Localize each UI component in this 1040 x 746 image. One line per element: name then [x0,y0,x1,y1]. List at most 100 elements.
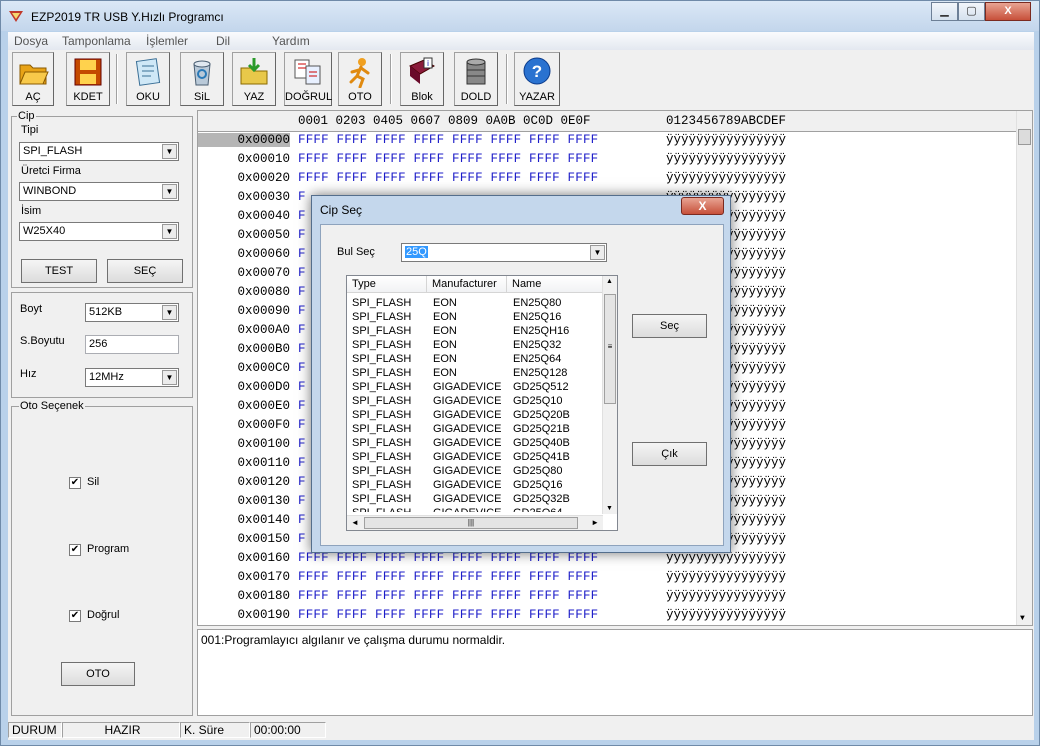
hex-bytes[interactable]: F [298,456,306,470]
hex-bytes[interactable]: F [298,266,306,280]
list-item[interactable]: SPI_FLASH EON EN25Q128 [347,366,603,380]
search-input[interactable]: 25Q ▼ [401,243,607,262]
menu-dil[interactable]: Dil [216,34,230,48]
scroll-right-icon[interactable]: ► [591,518,599,527]
list-item[interactable]: SPI_FLASH EON EN25Q16 [347,310,603,324]
scroll-left-icon[interactable]: ◄ [351,518,359,527]
column-type[interactable]: Type [347,276,427,293]
hex-row[interactable]: 0x00180 FFFF FFFF FFFF FFFF FFFF FFFF FFF… [198,589,1018,608]
hex-bytes[interactable]: FFFF FFFF FFFF FFFF FFFF FFFF FFFF FFFF [298,551,598,565]
list-item[interactable]: SPI_FLASH EON EN25Q80 [347,296,603,310]
select-chip-button[interactable]: SEÇ [107,259,183,283]
hex-bytes[interactable]: FFFF FFFF FFFF FFFF FFFF FFFF FFFF FFFF [298,570,598,584]
list-hscrollbar[interactable]: ◄ ||| ► [347,515,603,530]
hex-row[interactable]: 0x00190 FFFF FFFF FFFF FFFF FFFF FFFF FFF… [198,608,1018,627]
title-bar[interactable]: EZP2019 TR USB Y.Hızlı Programcı ▁ ▢ X [1,1,1039,31]
sil-checkbox[interactable]: ✔ [69,477,81,489]
hex-bytes[interactable]: F [298,323,306,337]
toolbar-dogrul-button[interactable]: DOĞRUL [284,52,332,106]
minimize-button[interactable]: ▁ [931,2,958,21]
page-size-field[interactable]: 256 [85,335,179,354]
hex-bytes[interactable]: F [298,361,306,375]
hex-bytes[interactable]: FFFF FFFF FFFF FFFF FFFF FFFF FFFF FFFF [298,152,598,166]
list-item[interactable]: SPI_FLASH GIGADEVICE GD25Q80 [347,464,603,478]
scroll-up-icon[interactable]: ▲ [606,278,613,285]
hex-bytes[interactable]: F [298,532,306,546]
list-item[interactable]: SPI_FLASH EON EN25QH16 [347,324,603,338]
maximize-button[interactable]: ▢ [958,2,985,21]
list-item[interactable]: SPI_FLASH GIGADEVICE GD25Q32B [347,492,603,506]
hex-bytes[interactable]: F [298,342,306,356]
hex-bytes[interactable]: F [298,228,306,242]
menu-islemler[interactable]: İşlemler [146,34,188,48]
hex-row[interactable]: 0x00010 FFFF FFFF FFFF FFFF FFFF FFFF FFF… [198,152,1018,171]
hex-bytes[interactable]: F [298,247,306,261]
list-item[interactable]: SPI_FLASH GIGADEVICE GD25Q64 [347,506,603,512]
close-button[interactable]: X [985,2,1031,21]
dogrul-checkbox[interactable]: ✔ [69,610,81,622]
hex-bytes[interactable]: F [298,494,306,508]
chevron-down-icon[interactable]: ▼ [162,184,177,199]
chip-mfr-select[interactable]: WINBOND ▼ [19,182,179,201]
list-vscrollbar[interactable]: ▲ ≡ ▼ [602,276,617,514]
chip-name-select[interactable]: W25X40 ▼ [19,222,179,241]
menu-yardim[interactable]: Yardım [272,34,310,48]
scroll-thumb[interactable] [1018,129,1031,145]
program-checkbox[interactable]: ✔ [69,544,81,556]
toolbar-yazar-button[interactable]: ? YAZAR [514,52,560,106]
column-manufacturer[interactable]: Manufacturer [427,276,507,293]
list-item[interactable]: SPI_FLASH GIGADEVICE GD25Q40B [347,436,603,450]
toolbar-oto-button[interactable]: OTO [338,52,382,106]
dialog-exit-button[interactable]: Çık [632,442,707,466]
speed-select[interactable]: 12MHz ▼ [85,368,179,387]
hex-bytes[interactable]: F [298,475,306,489]
hex-bytes[interactable]: F [298,304,306,318]
hex-row[interactable]: 0x00000 FFFF FFFF FFFF FFFF FFFF FFFF FFF… [198,133,1018,152]
scroll-down-icon[interactable]: ▼ [606,505,613,512]
menu-dosya[interactable]: Dosya [14,34,48,48]
hex-bytes[interactable]: F [298,209,306,223]
hex-bytes[interactable]: FFFF FFFF FFFF FFFF FFFF FFFF FFFF FFFF [298,171,598,185]
hex-bytes[interactable]: FFFF FFFF FFFF FFFF FFFF FFFF FFFF FFFF [298,133,598,147]
list-item[interactable]: SPI_FLASH EON EN25Q64 [347,352,603,366]
hex-bytes[interactable]: F [298,437,306,451]
chip-type-select[interactable]: SPI_FLASH ▼ [19,142,179,161]
scroll-thumb[interactable]: ||| [364,517,578,529]
list-item[interactable]: SPI_FLASH GIGADEVICE GD25Q512 [347,380,603,394]
toolbar-ac-button[interactable]: AÇ [12,52,54,106]
hex-row[interactable]: 0x00160 FFFF FFFF FFFF FFFF FFFF FFFF FFF… [198,551,1018,570]
list-item[interactable]: SPI_FLASH GIGADEVICE GD25Q20B [347,408,603,422]
dialog-close-button[interactable]: X [681,197,724,215]
toolbar-blok-button[interactable]: i Blok [400,52,444,106]
hex-scrollbar[interactable]: ▼ [1016,111,1032,625]
dialog-select-button[interactable]: Seç [632,314,707,338]
toolbar-dold-button[interactable]: DOLD [454,52,498,106]
list-item[interactable]: SPI_FLASH GIGADEVICE GD25Q10 [347,394,603,408]
menu-tamponlama[interactable]: Tamponlama [62,34,131,48]
hex-bytes[interactable]: F [298,380,306,394]
hex-bytes[interactable]: F [298,418,306,432]
toolbar-yaz-button[interactable]: YAZ [232,52,276,106]
list-item[interactable]: SPI_FLASH GIGADEVICE GD25Q16 [347,478,603,492]
hex-bytes[interactable]: F [298,513,306,527]
chevron-down-icon[interactable]: ▼ [162,224,177,239]
chevron-down-icon[interactable]: ▼ [162,305,177,320]
oto-button[interactable]: OTO [61,662,135,686]
hex-row[interactable]: 0x00020 FFFF FFFF FFFF FFFF FFFF FFFF FFF… [198,171,1018,190]
scroll-down-icon[interactable]: ▼ [1020,614,1025,623]
list-item[interactable]: SPI_FLASH EON EN25Q32 [347,338,603,352]
column-name[interactable]: Name [507,276,603,293]
hex-row[interactable]: 0x00170 FFFF FFFF FFFF FFFF FFFF FFFF FFF… [198,570,1018,589]
hex-bytes[interactable]: FFFF FFFF FFFF FFFF FFFF FFFF FFFF FFFF [298,608,598,622]
chevron-down-icon[interactable]: ▼ [590,245,605,260]
test-button[interactable]: TEST [21,259,97,283]
scroll-thumb[interactable]: ≡ [604,294,616,404]
list-item[interactable]: SPI_FLASH GIGADEVICE GD25Q21B [347,422,603,436]
toolbar-oku-button[interactable]: OKU [126,52,170,106]
hex-bytes[interactable]: F [298,285,306,299]
chip-list[interactable]: Type Manufacturer Name SPI_FLASH EON EN25Q… [346,275,618,531]
size-select[interactable]: 512KB ▼ [85,303,179,322]
hex-bytes[interactable]: F [298,399,306,413]
hex-bytes[interactable]: F [298,190,306,204]
hex-bytes[interactable]: FFFF FFFF FFFF FFFF FFFF FFFF FFFF FFFF [298,589,598,603]
